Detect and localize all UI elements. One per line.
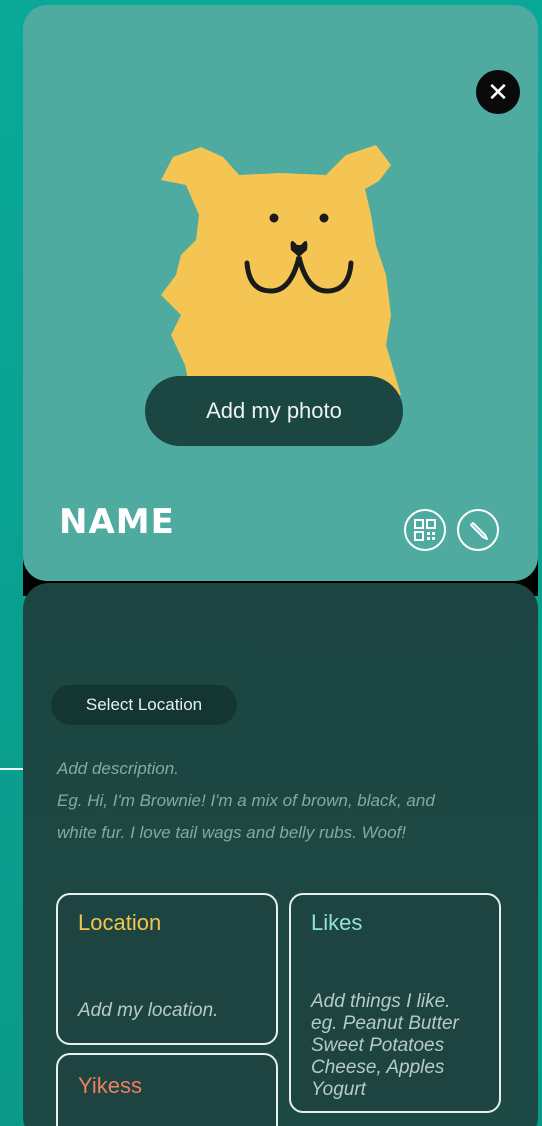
- likes-line: Add things I like.: [311, 991, 451, 1012]
- description-example-line: white fur. I love tail wags and belly ru…: [57, 823, 406, 842]
- pet-name-title: NAME: [59, 502, 175, 542]
- edit-button[interactable]: [457, 509, 499, 551]
- location-tile[interactable]: Location Add my location.: [56, 893, 278, 1045]
- description-field[interactable]: Add description. Eg. Hi, I'm Brownie! I'…: [57, 753, 517, 849]
- pencil-icon: [470, 522, 488, 540]
- select-location-button[interactable]: Select Location: [51, 685, 237, 725]
- yikes-tile-title: Yikess: [78, 1073, 142, 1098]
- likes-tile-placeholder: Add things I like. eg. Peanut Butter Swe…: [311, 991, 491, 1101]
- screen: ✕ Add my photo NAME Select Location Add …: [0, 0, 542, 1126]
- likes-line: Cheese, Apples: [311, 1057, 445, 1078]
- location-tile-placeholder: Add my location.: [78, 1000, 219, 1021]
- yikes-tile[interactable]: Yikess: [56, 1053, 278, 1126]
- description-placeholder: Add description.: [57, 759, 179, 778]
- dog-avatar-icon: [161, 145, 401, 395]
- close-button[interactable]: ✕: [476, 70, 520, 114]
- likes-line: Yogurt: [311, 1079, 366, 1100]
- profile-details-card: Select Location Add description. Eg. Hi,…: [23, 583, 538, 1126]
- location-tile-title: Location: [78, 910, 162, 935]
- add-photo-button[interactable]: Add my photo: [145, 376, 403, 446]
- profile-header-card: ✕ Add my photo NAME: [23, 5, 538, 581]
- likes-line: Sweet Potatoes: [311, 1035, 445, 1056]
- qr-code-icon: [414, 519, 436, 541]
- likes-tile-title: Likes: [311, 910, 363, 935]
- likes-tile[interactable]: Likes Add things I like. eg. Peanut Butt…: [289, 893, 501, 1113]
- qr-code-button[interactable]: [404, 509, 446, 551]
- description-example-line: Eg. Hi, I'm Brownie! I'm a mix of brown,…: [57, 791, 435, 810]
- close-icon: ✕: [487, 76, 509, 107]
- likes-line: eg. Peanut Butter: [311, 1013, 459, 1034]
